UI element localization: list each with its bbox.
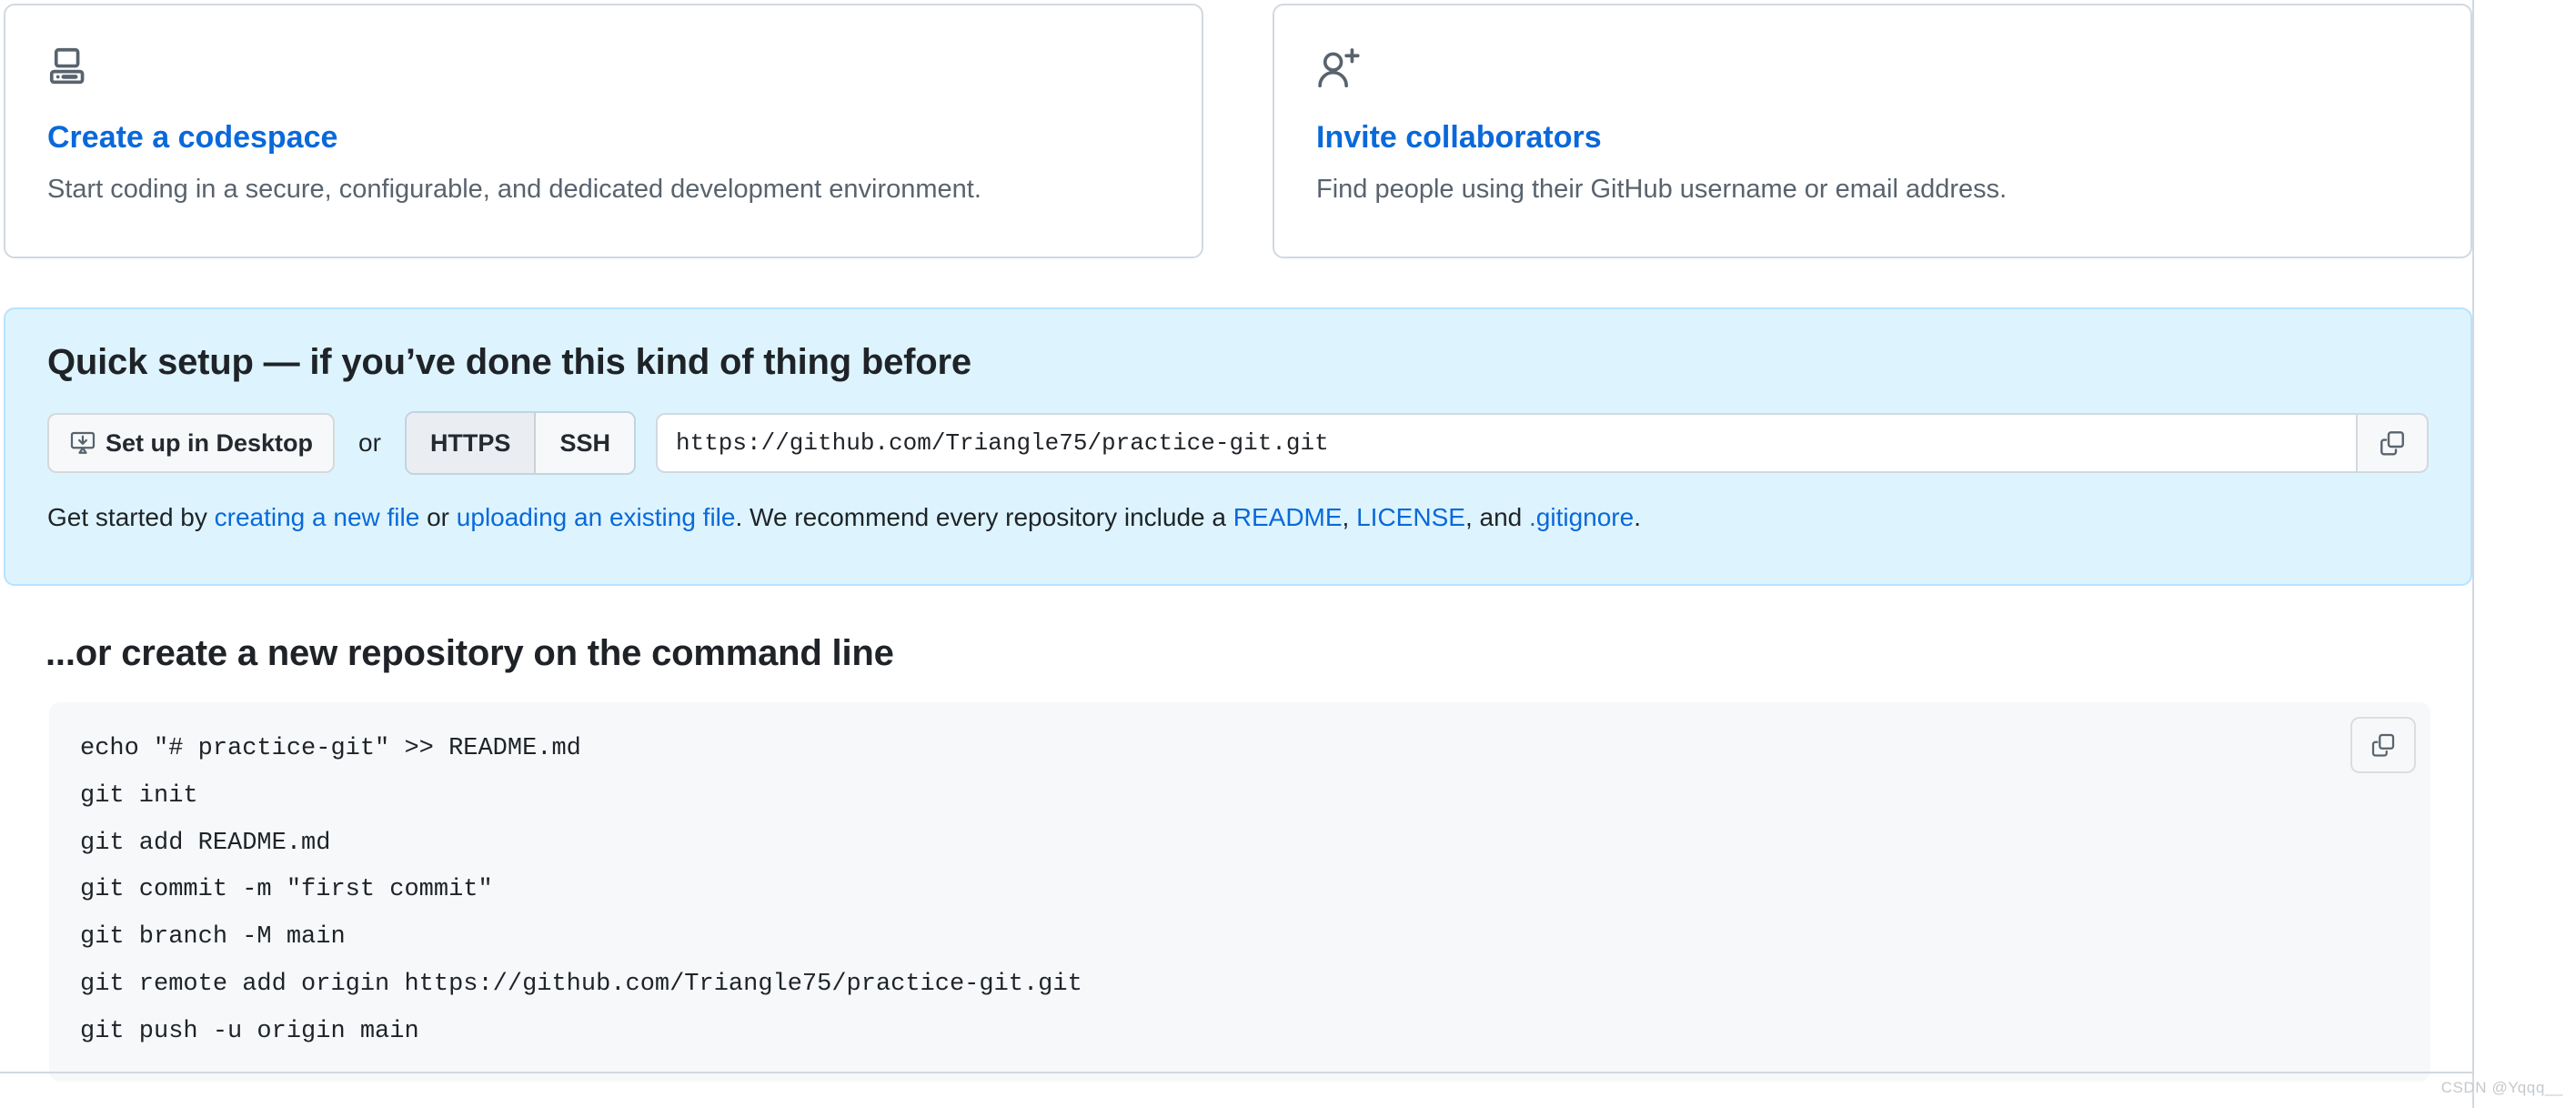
- create-codespace-description: Start coding in a secure, configurable, …: [47, 174, 981, 204]
- invite-collaborators-description: Find people using their GitHub username …: [1316, 174, 2007, 204]
- watermark: CSDN @Yqqq__: [2440, 1079, 2563, 1096]
- copy-clone-url-button[interactable]: [2356, 413, 2429, 473]
- invite-collaborators-card[interactable]: Invite collaborators Find people using t…: [1273, 4, 2472, 258]
- create-new-file-link[interactable]: creating a new file: [215, 503, 420, 531]
- gitignore-link[interactable]: .gitignore: [1529, 503, 1634, 531]
- create-codespace-link[interactable]: Create a codespace: [47, 118, 337, 157]
- set-up-in-desktop-button[interactable]: Set up in Desktop: [47, 413, 336, 473]
- set-up-in-desktop-label: Set up in Desktop: [106, 428, 314, 457]
- invite-collaborators-link[interactable]: Invite collaborators: [1316, 118, 1602, 157]
- clone-url-field-group: [655, 413, 2429, 473]
- upload-existing-file-link[interactable]: uploading an existing file: [457, 503, 736, 531]
- license-link[interactable]: LICENSE: [1356, 503, 1465, 531]
- repository-empty-state-page: Create a codespace Start coding in a sec…: [0, 0, 2576, 1108]
- get-started-sep-1: ,: [1342, 503, 1357, 531]
- readme-link[interactable]: README: [1233, 503, 1343, 531]
- device-desktop-icon: [47, 45, 95, 93]
- command-line-commands: echo "# practice-git" >> README.md git i…: [80, 735, 1082, 1045]
- right-divider: [2472, 0, 2474, 1108]
- get-started-suffix: .: [1634, 503, 1641, 531]
- person-add-icon: [1316, 45, 1363, 93]
- bottom-divider: [0, 1072, 2472, 1073]
- command-line-section: ...or create a new repository on the com…: [4, 630, 2472, 1082]
- copy-commands-button[interactable]: [2350, 717, 2416, 773]
- quick-setup-panel: Quick setup — if you’ve done this kind o…: [4, 307, 2472, 586]
- get-started-text: Get started by creating a new file or up…: [47, 499, 2429, 537]
- copy-icon: [2371, 733, 2395, 757]
- command-line-code-block: echo "# practice-git" >> README.md git i…: [49, 702, 2430, 1082]
- get-started-prefix: Get started by: [47, 503, 215, 531]
- quick-setup-heading: Quick setup — if you’ve done this kind o…: [47, 342, 971, 382]
- protocol-toggle-group: HTTPS SSH: [404, 411, 636, 475]
- get-started-sep-2: , and: [1464, 503, 1529, 531]
- copy-icon: [2380, 431, 2404, 456]
- desktop-download-icon: [70, 431, 96, 454]
- quick-actions-cards: Create a codespace Start coding in a sec…: [4, 4, 2472, 258]
- command-line-heading: ...or create a new repository on the com…: [45, 633, 894, 673]
- get-started-mid-1: or: [419, 503, 457, 531]
- quick-setup-controls-row: Set up in Desktop or HTTPS SSH: [47, 411, 2429, 475]
- or-label: or: [358, 428, 381, 457]
- create-codespace-card[interactable]: Create a codespace Start coding in a sec…: [4, 4, 1203, 258]
- protocol-https-button[interactable]: HTTPS: [406, 413, 537, 473]
- get-started-mid-2: . We recommend every repository include …: [735, 503, 1233, 531]
- clone-url-input[interactable]: [655, 413, 2356, 473]
- protocol-ssh-button[interactable]: SSH: [536, 413, 634, 473]
